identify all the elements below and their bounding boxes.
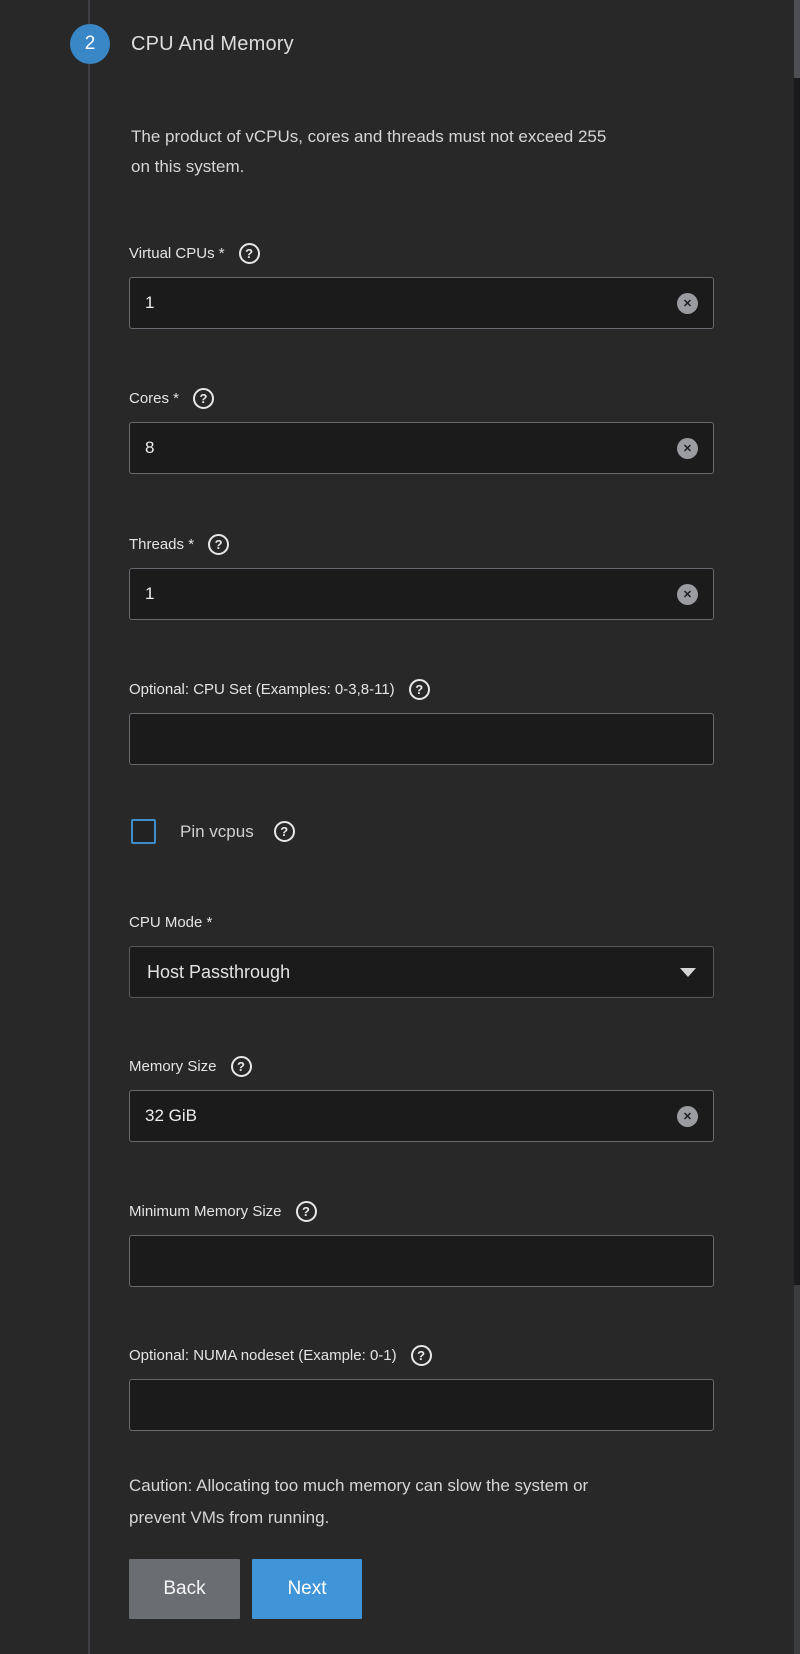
back-button[interactable]: Back [129, 1559, 240, 1619]
step-number-badge: 2 [70, 24, 110, 64]
virtual-cpus-input[interactable]: 1 ✕ [129, 277, 714, 329]
caret-down-icon [680, 967, 696, 977]
cpu-mode-select[interactable]: Host Passthrough [129, 946, 714, 998]
help-icon[interactable]: ? [238, 242, 260, 264]
help-icon[interactable]: ? [208, 533, 230, 555]
field-group-cpu-mode: CPU Mode * Host Passthrough [129, 909, 714, 998]
next-button[interactable]: Next [252, 1559, 362, 1619]
form-description: The product of vCPUs, cores and threads … [131, 122, 716, 182]
wizard-step-connector-line [88, 0, 90, 1654]
cpu-set-label: Optional: CPU Set (Examples: 0-3,8-11) [129, 680, 395, 698]
cores-value: 8 [145, 438, 155, 457]
numa-nodeset-input[interactable] [129, 1379, 714, 1431]
scrollbar-thumb[interactable] [794, 0, 800, 78]
virtual-cpus-label: Virtual CPUs * [129, 244, 225, 262]
clear-icon[interactable]: ✕ [677, 583, 698, 605]
cpu-set-input[interactable] [129, 713, 714, 765]
caution-line2: prevent VMs from running. [129, 1508, 330, 1527]
help-icon[interactable]: ? [273, 821, 295, 842]
threads-label: Threads * [129, 535, 195, 553]
form-description-line2: on this system. [131, 157, 245, 176]
clear-icon[interactable]: ✕ [677, 1105, 698, 1127]
clear-icon[interactable]: ✕ [677, 437, 698, 459]
step-number: 2 [84, 33, 96, 54]
memory-size-value: 32 GiB [145, 1106, 197, 1125]
pin-vcpus-checkbox[interactable] [131, 819, 156, 844]
cores-input[interactable]: 8 ✕ [129, 422, 714, 474]
pin-vcpus-row: Pin vcpus ? [131, 819, 295, 844]
clear-icon[interactable]: ✕ [677, 292, 698, 314]
field-group-threads: Threads * ? 1 ✕ [129, 531, 714, 620]
numa-nodeset-label: Optional: NUMA nodeset (Example: 0-1) [129, 1346, 397, 1364]
caution-line1: Caution: Allocating too much memory can … [129, 1476, 589, 1495]
threads-value: 1 [145, 584, 155, 603]
threads-input[interactable]: 1 ✕ [129, 568, 714, 620]
help-icon[interactable]: ? [230, 1055, 252, 1077]
form-description-line1: The product of vCPUs, cores and threads … [131, 127, 607, 146]
field-group-minimum-memory-size: Minimum Memory Size ? [129, 1198, 714, 1287]
field-group-numa-nodeset: Optional: NUMA nodeset (Example: 0-1) ? [129, 1342, 714, 1431]
memory-size-label: Memory Size [129, 1057, 217, 1075]
cpu-mode-label: CPU Mode * [129, 913, 213, 931]
help-icon[interactable]: ? [410, 1344, 432, 1366]
help-icon[interactable]: ? [295, 1200, 317, 1222]
help-icon[interactable]: ? [408, 678, 430, 700]
field-group-cpu-set: Optional: CPU Set (Examples: 0-3,8-11) ? [129, 676, 714, 765]
field-group-virtual-cpus: Virtual CPUs * ? 1 ✕ [129, 240, 714, 329]
field-group-cores: Cores * ? 8 ✕ [129, 385, 714, 474]
scrollbar-lower-region[interactable] [794, 1285, 800, 1654]
memory-size-input[interactable]: 32 GiB ✕ [129, 1090, 714, 1142]
field-group-memory-size: Memory Size ? 32 GiB ✕ [129, 1053, 714, 1142]
minimum-memory-size-input[interactable] [129, 1235, 714, 1287]
help-icon[interactable]: ? [193, 387, 215, 409]
pin-vcpus-label[interactable]: Pin vcpus [180, 822, 254, 842]
virtual-cpus-value: 1 [145, 293, 155, 312]
caution-text: Caution: Allocating too much memory can … [129, 1470, 729, 1534]
cores-label: Cores * [129, 389, 180, 407]
cpu-mode-value: Host Passthrough [147, 961, 291, 982]
page-title: CPU And Memory [131, 32, 294, 55]
minimum-memory-size-label: Minimum Memory Size [129, 1202, 282, 1220]
